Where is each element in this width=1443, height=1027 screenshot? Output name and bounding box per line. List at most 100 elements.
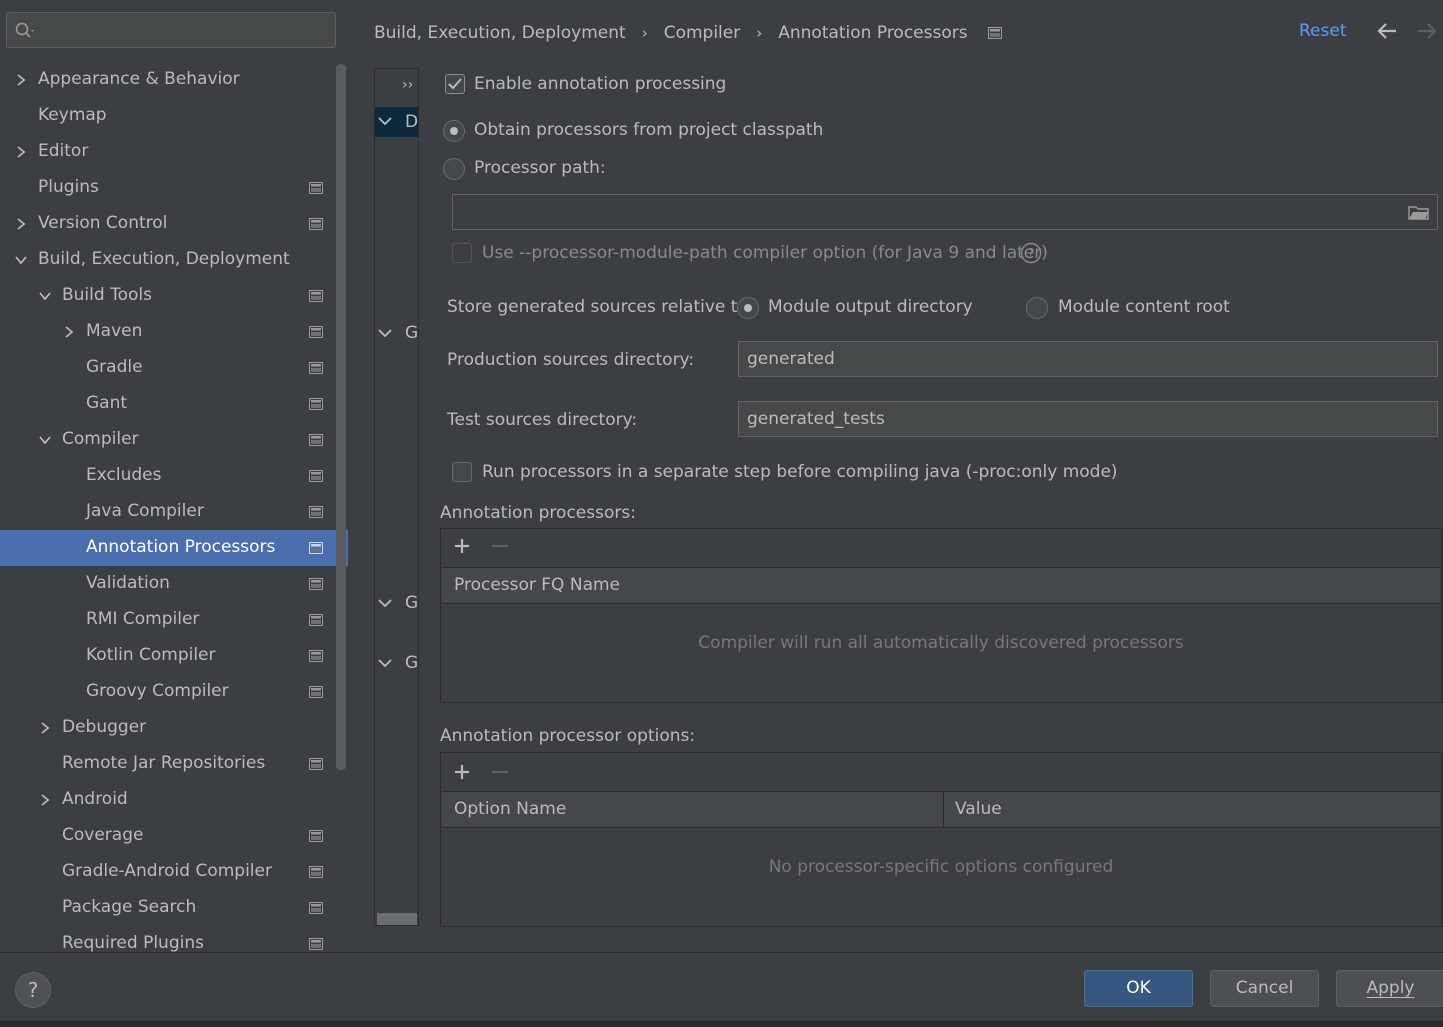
- ok-button[interactable]: OK: [1084, 970, 1193, 1007]
- column-header-value[interactable]: Value: [955, 799, 1002, 819]
- chevron-right-icon[interactable]: [38, 721, 52, 735]
- production-dir-field[interactable]: [738, 341, 1438, 377]
- project-scope-icon: [309, 362, 323, 374]
- dialog-footer: ? OK Cancel Apply: [0, 952, 1443, 1027]
- back-arrow-icon[interactable]: [1376, 22, 1398, 40]
- folder-icon[interactable]: [1408, 205, 1430, 221]
- column-header-processor-fq-name[interactable]: Processor FQ Name: [454, 575, 620, 595]
- help-circle-icon[interactable]: ?: [1020, 242, 1042, 264]
- sidebar-item[interactable]: Package Search: [0, 890, 348, 926]
- search-field[interactable]: [6, 12, 336, 48]
- reset-link[interactable]: Reset: [1299, 21, 1347, 41]
- strip-scrollbar[interactable]: [377, 913, 417, 925]
- column-header-option-name[interactable]: Option Name: [454, 799, 566, 819]
- chevron-down-icon[interactable]: [38, 289, 52, 303]
- sidebar-item[interactable]: Gradle: [0, 350, 348, 386]
- chevron-right-icon[interactable]: [14, 73, 28, 87]
- project-scope-icon: [309, 398, 323, 410]
- breadcrumb-separator: ›: [756, 24, 763, 42]
- chevron-right-icon[interactable]: [14, 145, 28, 159]
- sidebar-item-label: Validation: [86, 573, 170, 593]
- sidebar-item[interactable]: Kotlin Compiler: [0, 638, 348, 674]
- sidebar-item[interactable]: Plugins: [0, 170, 348, 206]
- sidebar-item[interactable]: Annotation Processors: [0, 530, 348, 566]
- remove-option-button[interactable]: [491, 763, 509, 781]
- sidebar-item[interactable]: Required Plugins: [0, 926, 348, 952]
- separate-step-checkbox[interactable]: [452, 462, 472, 482]
- module-path-option-label: Use --processor-module-path compiler opt…: [482, 243, 1048, 263]
- test-dir-input[interactable]: [747, 402, 1411, 436]
- sidebar-item[interactable]: Keymap: [0, 98, 348, 134]
- column-divider: [943, 792, 944, 827]
- processor-path-input[interactable]: [461, 195, 1396, 229]
- sidebar-item-label: Debugger: [62, 717, 147, 737]
- chevron-down-icon[interactable]: [378, 116, 392, 126]
- breadcrumb-item-compiler[interactable]: Compiler: [664, 23, 741, 43]
- sidebar-item[interactable]: Maven: [0, 314, 348, 350]
- strip-expand-button[interactable]: ››: [402, 77, 413, 93]
- structure-strip: ›› D G G G: [374, 68, 419, 926]
- store-relative-label: Store generated sources relative to:: [447, 297, 754, 317]
- add-option-button[interactable]: [453, 763, 471, 781]
- enable-processing-checkbox[interactable]: [445, 74, 465, 94]
- processors-empty-text: Compiler will run all automatically disc…: [698, 633, 1184, 653]
- sidebar-item[interactable]: Build Tools: [0, 278, 348, 314]
- sidebar-item[interactable]: Compiler: [0, 422, 348, 458]
- sidebar-item[interactable]: Android: [0, 782, 348, 818]
- chevron-down-icon[interactable]: [14, 253, 28, 267]
- production-dir-input[interactable]: [747, 342, 1411, 376]
- sidebar-item[interactable]: Coverage: [0, 818, 348, 854]
- processors-table-header: Processor FQ Name: [442, 567, 1440, 604]
- sidebar-item[interactable]: Appearance & Behavior: [0, 62, 348, 98]
- sidebar-item[interactable]: Gant: [0, 386, 348, 422]
- chevron-down-icon[interactable]: [378, 328, 392, 338]
- apply-button[interactable]: Apply: [1336, 970, 1443, 1007]
- module-output-directory-radio[interactable]: [737, 297, 759, 319]
- sidebar-item-label: Gant: [86, 393, 128, 413]
- sidebar-item[interactable]: Gradle-Android Compiler: [0, 854, 348, 890]
- sidebar-item[interactable]: Java Compiler: [0, 494, 348, 530]
- sidebar-item[interactable]: Debugger: [0, 710, 348, 746]
- remove-processor-button[interactable]: [491, 537, 509, 555]
- processor-path-field[interactable]: [452, 194, 1438, 230]
- breadcrumb-item-build[interactable]: Build, Execution, Deployment: [374, 23, 626, 43]
- svg-text:?: ?: [1028, 247, 1035, 262]
- chevron-right-icon[interactable]: [38, 793, 52, 807]
- minus-icon: [492, 544, 508, 548]
- chevron-down-icon[interactable]: [38, 433, 52, 447]
- test-dir-field[interactable]: [738, 401, 1438, 437]
- processor-path-radio[interactable]: [443, 158, 465, 180]
- sidebar-item[interactable]: Validation: [0, 566, 348, 602]
- module-content-root-radio[interactable]: [1026, 297, 1048, 319]
- sidebar-item[interactable]: Groovy Compiler: [0, 674, 348, 710]
- options-table-header: Option Name Value: [442, 791, 1440, 828]
- forward-arrow-icon[interactable]: [1416, 22, 1438, 40]
- module-path-option-checkbox[interactable]: [452, 243, 472, 263]
- chevron-down-icon[interactable]: [378, 598, 392, 608]
- help-button[interactable]: ?: [15, 972, 51, 1008]
- chevron-right-icon[interactable]: [14, 217, 28, 231]
- search-input[interactable]: [47, 17, 327, 43]
- sidebar-item[interactable]: RMI Compiler: [0, 602, 348, 638]
- chevron-down-icon[interactable]: [378, 658, 392, 668]
- project-scope-icon: [987, 27, 1002, 39]
- breadcrumb-item-annotation-processors: Annotation Processors: [778, 23, 968, 43]
- project-scope-icon: [309, 650, 323, 662]
- project-scope-icon: [309, 470, 323, 482]
- sidebar-item-label: Groovy Compiler: [86, 681, 229, 701]
- add-processor-button[interactable]: [453, 537, 471, 555]
- sidebar-item-label: RMI Compiler: [86, 609, 200, 629]
- test-dir-label: Test sources directory:: [447, 410, 638, 430]
- footer-edge: [0, 1021, 1443, 1027]
- sidebar-item[interactable]: Excludes: [0, 458, 348, 494]
- chevron-right-icon[interactable]: [62, 325, 76, 339]
- sidebar-item[interactable]: Build, Execution, Deployment: [0, 242, 348, 278]
- sidebar-item[interactable]: Version Control: [0, 206, 348, 242]
- sidebar-item[interactable]: Editor: [0, 134, 348, 170]
- module-output-directory-label: Module output directory: [768, 297, 973, 317]
- sidebar-scrollbar[interactable]: [336, 64, 346, 770]
- cancel-button[interactable]: Cancel: [1210, 970, 1319, 1007]
- obtain-from-classpath-radio[interactable]: [443, 120, 465, 142]
- production-dir-label: Production sources directory:: [447, 350, 695, 370]
- sidebar-item[interactable]: Remote Jar Repositories: [0, 746, 348, 782]
